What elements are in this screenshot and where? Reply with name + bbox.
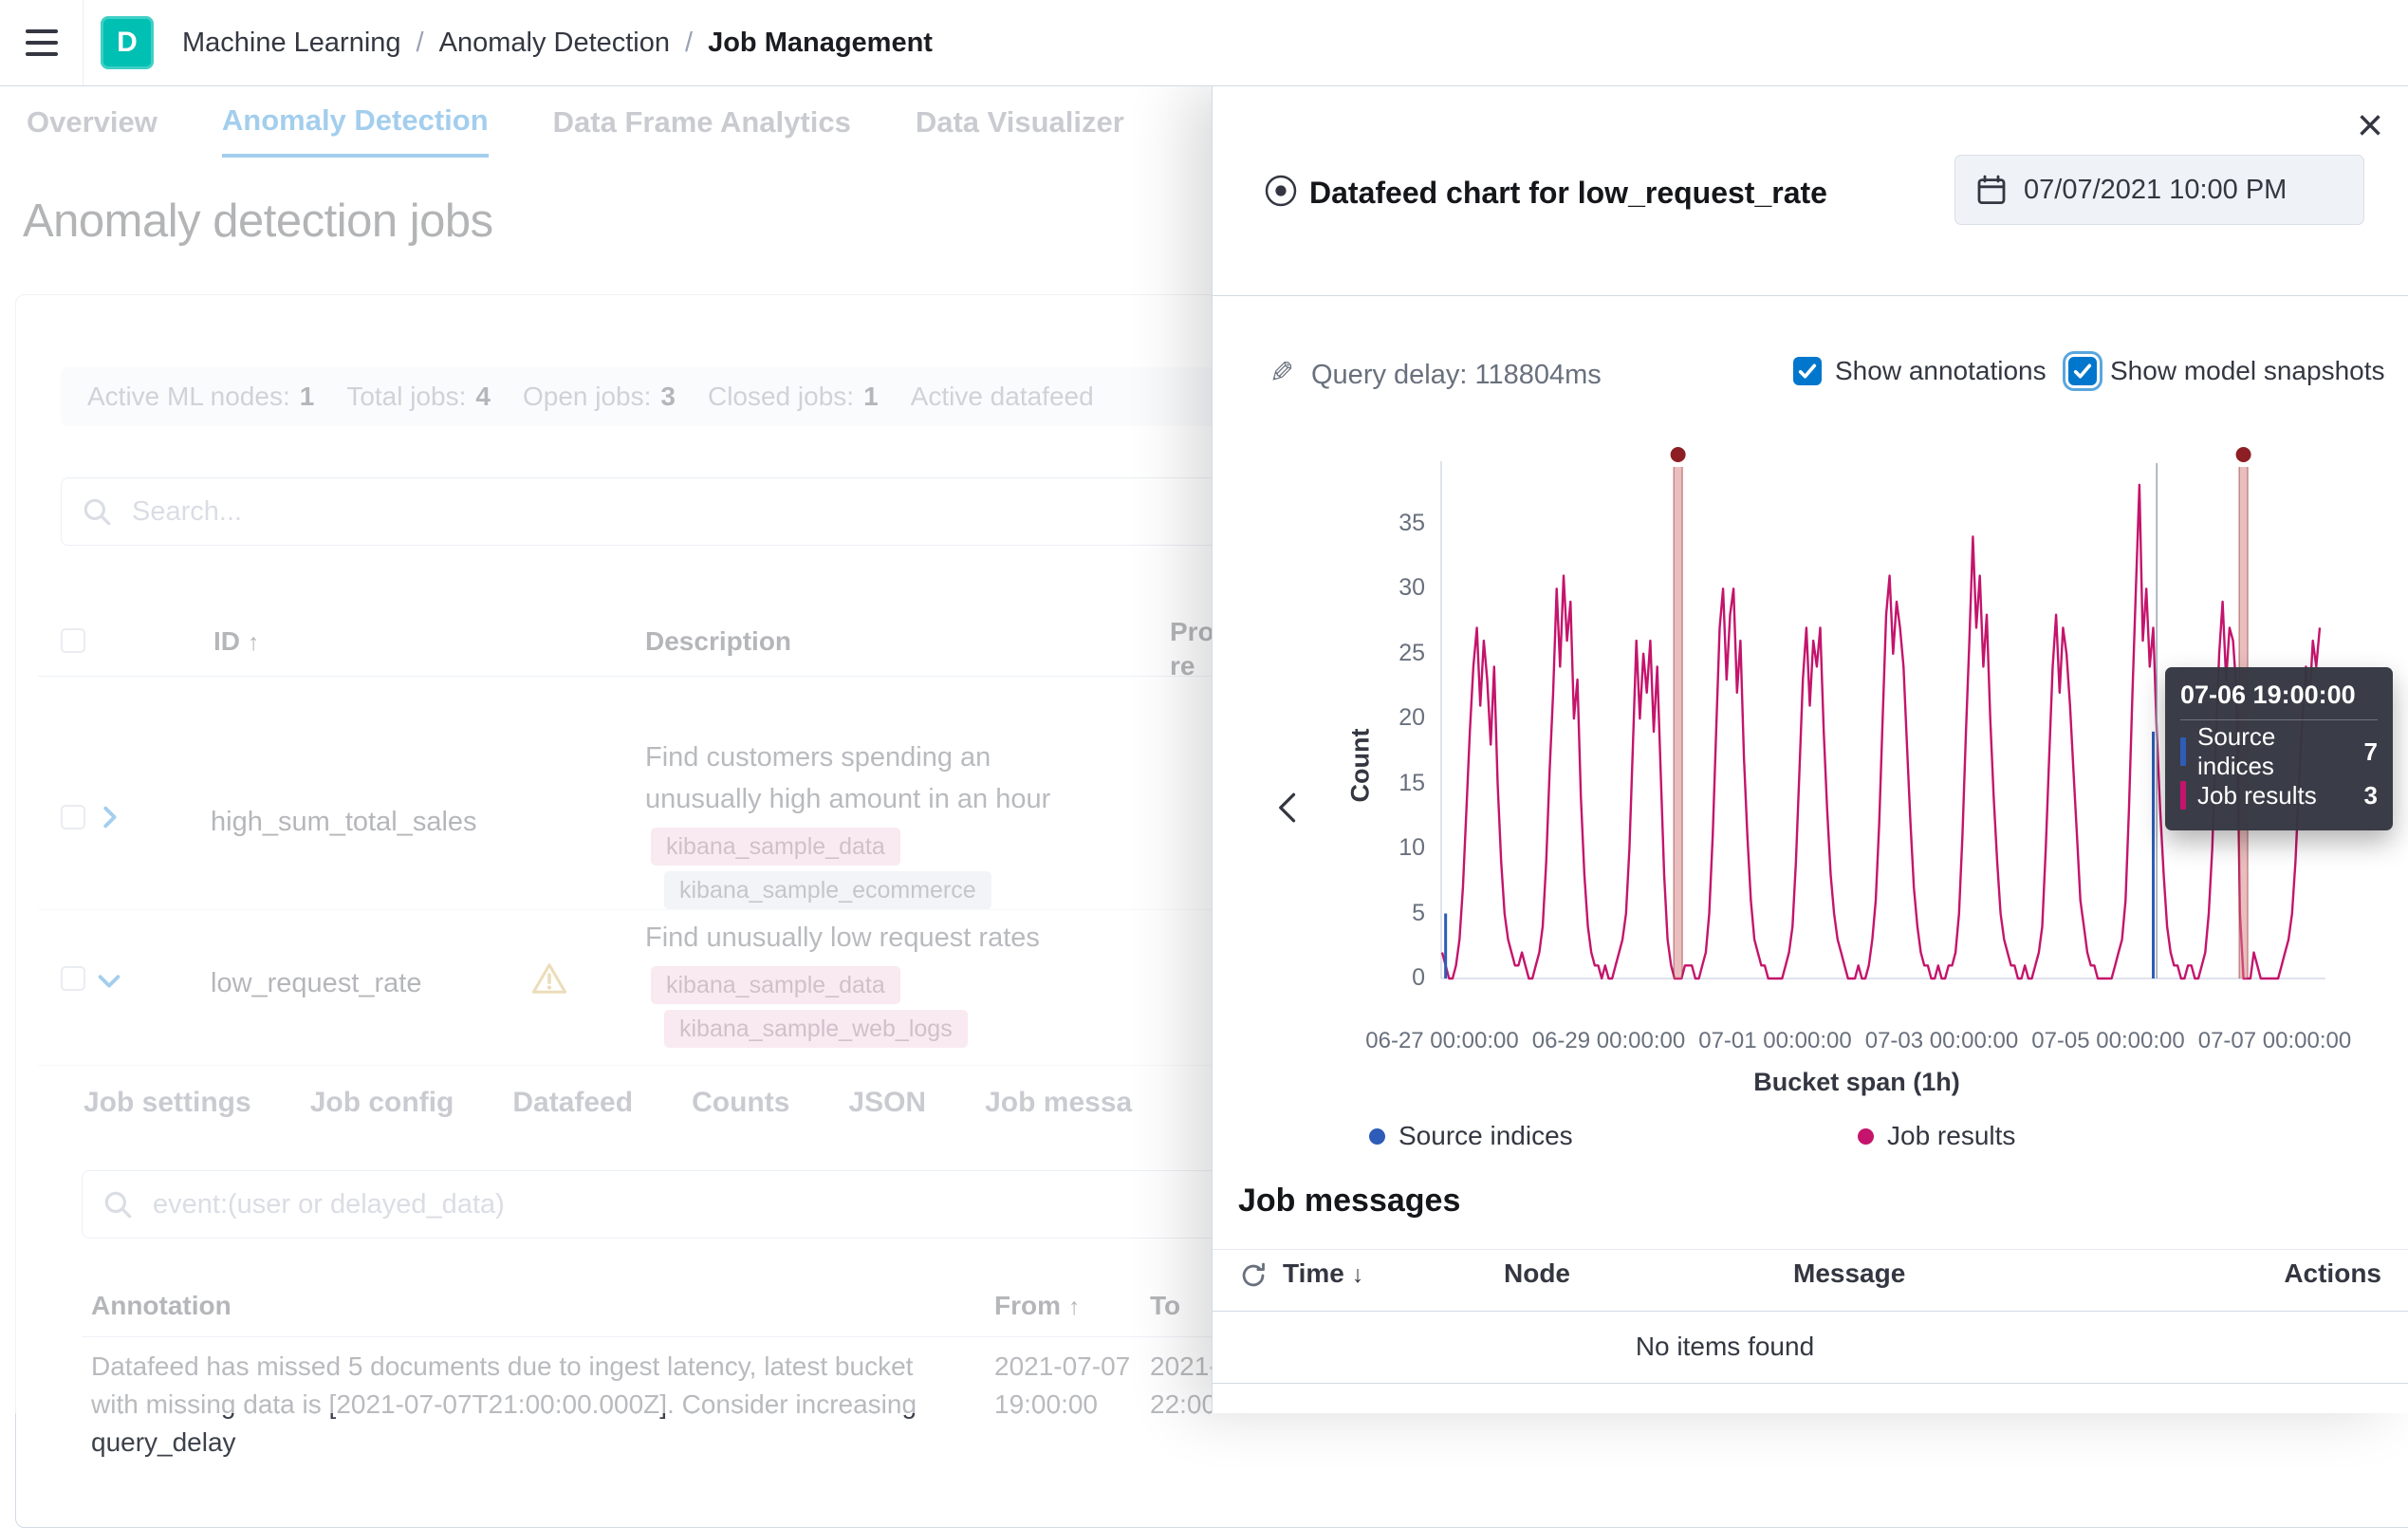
datepicker-value: 07/07/2021 10:00 PM xyxy=(2024,175,2287,206)
chevron-left-icon xyxy=(1268,787,1309,829)
show-model-snapshots-checkbox[interactable] xyxy=(2068,357,2097,385)
breadcrumb-anomaly-detection[interactable]: Anomaly Detection xyxy=(439,28,670,59)
previous-page-button[interactable] xyxy=(1268,787,1309,829)
breadcrumb-job-management: Job Management xyxy=(708,28,933,59)
check-icon xyxy=(1795,359,1820,383)
calendar-icon xyxy=(1976,175,2007,205)
show-model-snapshots-control: Show model snapshots xyxy=(2068,356,2385,386)
empty-state-text: No items found xyxy=(1213,1332,2237,1362)
tooltip-row: Source indices 7 xyxy=(2180,730,2378,773)
legend-source-indices[interactable]: Source indices xyxy=(1369,1121,1573,1151)
menu-icon[interactable] xyxy=(0,0,83,85)
x-tick-label: 07-03 00:00:00 xyxy=(1856,1028,2027,1054)
y-tick-label: 30 xyxy=(1345,574,1425,602)
breadcrumb-separator: / xyxy=(685,28,693,59)
tooltip-label: Source indices xyxy=(2197,722,2353,781)
job-messages-title: Job messages xyxy=(1238,1183,1460,1220)
check-icon xyxy=(2070,359,2095,383)
y-tick-label: 35 xyxy=(1345,510,1425,537)
legend-dot xyxy=(1858,1128,1874,1145)
space-avatar[interactable]: D xyxy=(101,16,154,69)
x-tick-label: 07-07 00:00:00 xyxy=(2189,1028,2360,1054)
show-model-snapshots-label: Show model snapshots xyxy=(2110,356,2385,386)
y-tick-label: 10 xyxy=(1345,834,1425,862)
show-annotations-control: Show annotations xyxy=(1793,356,2047,386)
column-header-node: Node xyxy=(1504,1258,1570,1289)
flyout-title: Datafeed chart for low_request_rate xyxy=(1309,176,1827,211)
tooltip-value: 7 xyxy=(2364,737,2378,767)
column-header-actions: Actions xyxy=(2284,1258,2381,1289)
y-tick-label: 5 xyxy=(1345,900,1425,927)
close-icon[interactable]: × xyxy=(2357,103,2383,149)
x-axis-label: Bucket span (1h) xyxy=(1714,1068,1999,1097)
y-tick-label: 25 xyxy=(1345,640,1425,667)
tooltip-value: 3 xyxy=(2364,781,2378,811)
breadcrumb-machine-learning[interactable]: Machine Learning xyxy=(182,28,401,59)
job-results-marker xyxy=(2180,781,2186,810)
x-tick-label: 06-27 00:00:00 xyxy=(1357,1028,1528,1054)
edit-icon[interactable]: ✎ xyxy=(1269,356,1294,390)
app-header: D Machine Learning / Anomaly Detection /… xyxy=(0,0,2408,86)
x-tick-label: 07-01 00:00:00 xyxy=(1690,1028,1861,1054)
datepicker-button[interactable]: 07/07/2021 10:00 PM xyxy=(1954,155,2364,225)
datafeed-chart-flyout: × Datafeed chart for low_request_rate 07… xyxy=(1212,86,2408,1413)
legend-dot xyxy=(1369,1128,1385,1145)
y-tick-label: 0 xyxy=(1345,964,1425,992)
source-indices-marker xyxy=(2180,737,2186,766)
show-annotations-checkbox[interactable] xyxy=(1793,357,1822,385)
chart-tooltip: 07-06 19:00:00 Source indices 7 Job resu… xyxy=(2165,667,2393,830)
breadcrumb: Machine Learning / Anomaly Detection / J… xyxy=(182,28,933,59)
column-header-message: Message xyxy=(1793,1258,1905,1289)
tooltip-label: Job results xyxy=(2197,781,2353,811)
tooltip-time: 07-06 19:00:00 xyxy=(2180,680,2378,720)
x-tick-label: 07-05 00:00:00 xyxy=(2023,1028,2194,1054)
tooltip-row: Job results 3 xyxy=(2180,773,2378,817)
legend-job-results[interactable]: Job results xyxy=(1858,1121,2015,1151)
sort-desc-icon: ↓ xyxy=(1352,1261,1364,1288)
refresh-icon[interactable] xyxy=(1239,1261,1268,1290)
divider xyxy=(1213,295,2408,296)
y-tick-label: 15 xyxy=(1345,770,1425,797)
datafeed-chart-icon xyxy=(1262,172,1300,210)
x-tick-label: 06-29 00:00:00 xyxy=(1523,1028,1694,1054)
y-tick-label: 20 xyxy=(1345,704,1425,732)
column-header-time[interactable]: Time↓ xyxy=(1283,1258,1363,1289)
show-annotations-label: Show annotations xyxy=(1835,356,2047,386)
breadcrumb-separator: / xyxy=(417,28,424,59)
query-delay-text: Query delay: 118804ms xyxy=(1311,360,1602,391)
